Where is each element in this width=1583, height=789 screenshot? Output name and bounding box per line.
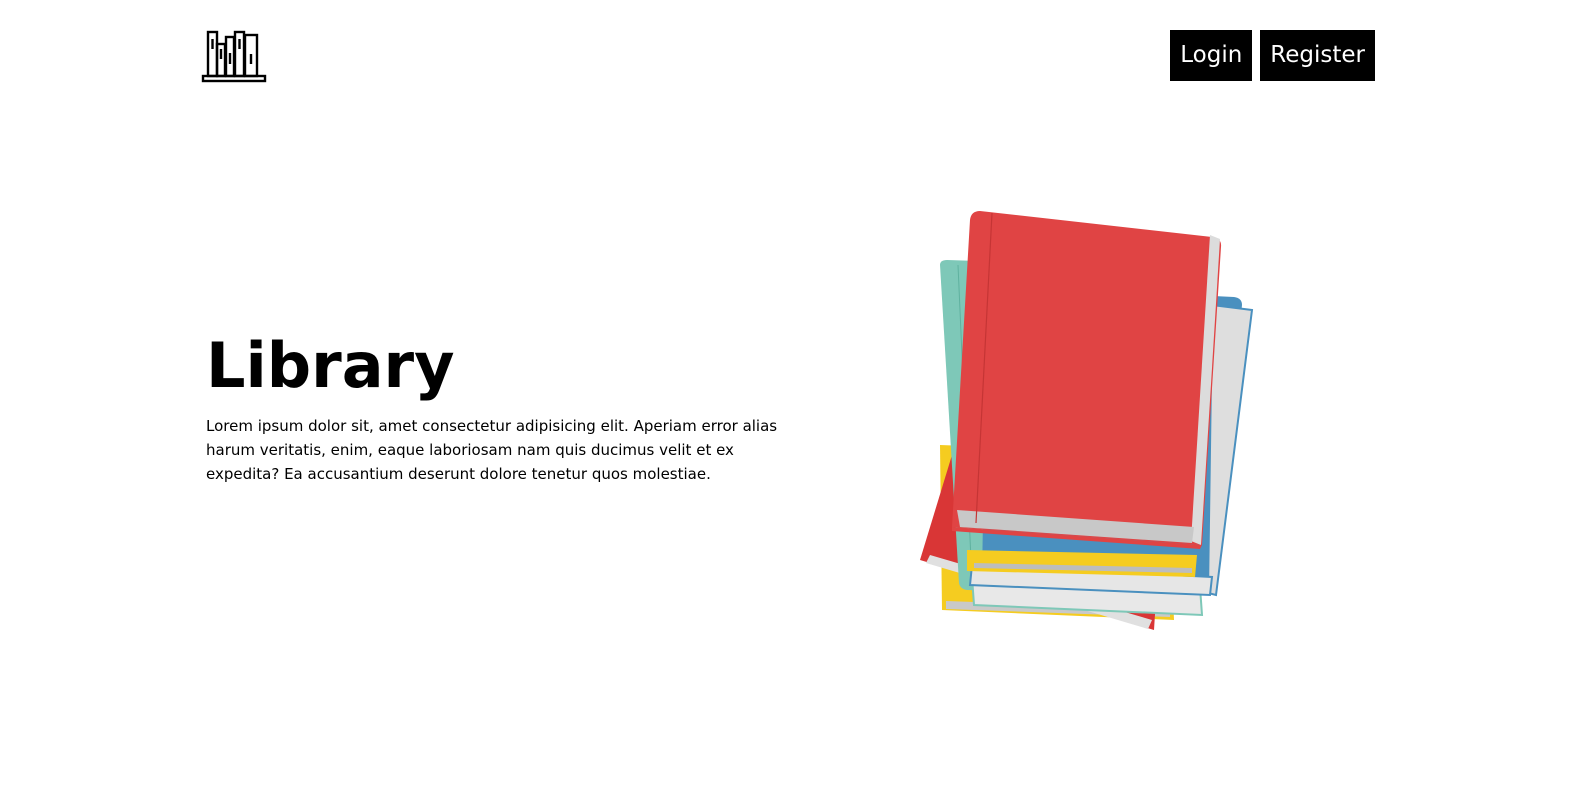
book-stack-illustration [912,205,1262,635]
register-button[interactable]: Register [1260,30,1375,81]
bookshelf-icon[interactable] [201,29,267,83]
header-nav: Login Register [1170,30,1375,81]
main-red-book [952,211,1222,549]
hero-section: Library Lorem ipsum dolor sit, amet cons… [206,329,796,486]
hero-description: Lorem ipsum dolor sit, amet consectetur … [206,417,778,484]
page-title: Library [206,329,455,402]
landing-page: Login Register Library Lorem ipsum dolor… [0,0,1583,789]
login-button[interactable]: Login [1170,30,1253,81]
